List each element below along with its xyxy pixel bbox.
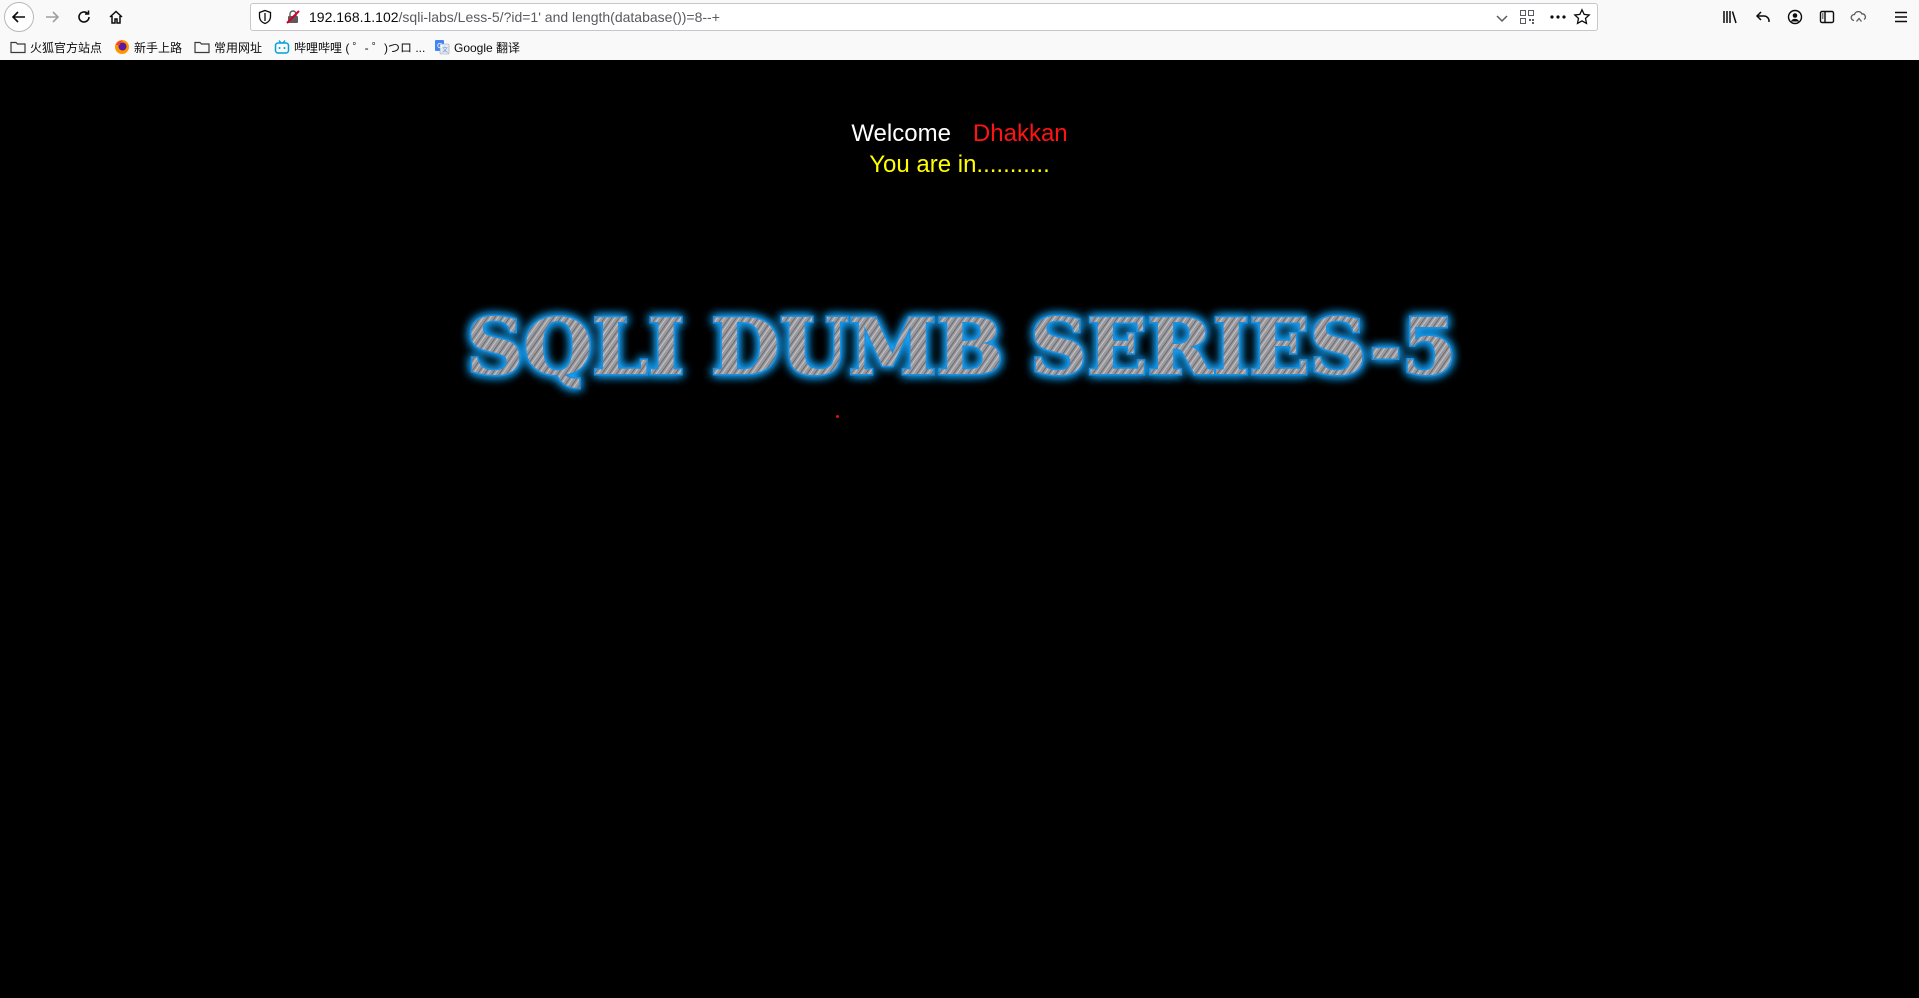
bookmark-label: 哔哩哔哩 ( ゜- ゜)つロ ... <box>294 40 426 55</box>
shield-icon[interactable] <box>257 9 273 29</box>
back-icon <box>11 11 25 23</box>
url-bar[interactable]: 192.168.1.102/sqli-labs/Less-5/?id=1' an… <box>250 3 1598 31</box>
red-dot <box>836 415 839 418</box>
bookmark-bilibili[interactable]: 哔哩哔哩 ( ゜- ゜)つロ ... <box>274 38 425 56</box>
bookmarks-toolbar: 火狐官方站点 新手上路 常用网址 哔哩哔哩 ( ゜- ゜)つロ ... G文 G… <box>0 35 1919 59</box>
banner-text: SQLI DUMB SERIES-5 <box>466 302 1456 393</box>
sidebar-icon[interactable] <box>1816 6 1838 28</box>
library-icon[interactable] <box>1720 6 1742 28</box>
bookmark-getting-started[interactable]: 新手上路 <box>114 38 182 56</box>
forward-icon <box>46 11 60 23</box>
page-content: Welcome Dhakkan You are in........... SQL… <box>0 60 1919 998</box>
bookmark-label: 新手上路 <box>134 40 183 55</box>
bookmark-folder-firefox-official[interactable]: 火狐官方站点 <box>10 38 102 56</box>
back-button[interactable] <box>4 2 34 32</box>
forward-button[interactable] <box>38 3 66 31</box>
url-path: /sqli-labs/Less-5/?id=1' and length(data… <box>398 9 720 25</box>
username-text: Dhakkan <box>972 120 1068 147</box>
browser-chrome: 192.168.1.102/sqli-labs/Less-5/?id=1' an… <box>0 0 1919 60</box>
home-button[interactable] <box>102 3 130 31</box>
not-secure-icon[interactable] <box>285 9 301 29</box>
sqli-dumb-series-banner: SQLI DUMB SERIES-5 <box>465 301 1459 395</box>
bookmark-label: Google 翻译 <box>454 40 521 55</box>
bookmark-folder-common-sites[interactable]: 常用网址 <box>194 38 262 56</box>
url-host: 192.168.1.102 <box>309 9 399 25</box>
google-translate-icon: G文 <box>434 39 450 55</box>
undo-icon[interactable] <box>1752 6 1774 28</box>
bookmark-label: 火狐官方站点 <box>30 40 103 55</box>
bilibili-icon <box>274 39 290 55</box>
url-text[interactable]: 192.168.1.102/sqli-labs/Less-5/?id=1' an… <box>309 9 720 25</box>
bookmark-label: 常用网址 <box>214 40 263 55</box>
star-icon[interactable] <box>1573 8 1591 30</box>
home-icon <box>109 10 123 24</box>
welcome-text: Welcome <box>851 120 951 147</box>
bookmark-google-translate[interactable]: G文 Google 翻译 <box>434 38 520 56</box>
folder-icon <box>10 39 26 55</box>
qr-code-icon[interactable] <box>1519 9 1535 29</box>
account-icon[interactable] <box>1784 6 1806 28</box>
welcome-line: Welcome Dhakkan <box>0 120 1919 148</box>
folder-icon <box>194 39 210 55</box>
reload-icon <box>78 10 90 23</box>
firefox-icon <box>114 39 130 55</box>
reload-button[interactable] <box>70 3 98 31</box>
login-status-text: You are in........... <box>869 151 1050 178</box>
more-icon[interactable] <box>1549 9 1567 29</box>
menu-icon[interactable] <box>1890 6 1912 28</box>
sync-icon[interactable] <box>1848 6 1870 28</box>
navigation-toolbar: 192.168.1.102/sqli-labs/Less-5/?id=1' an… <box>0 0 1919 34</box>
dropdown-icon[interactable] <box>1495 10 1509 29</box>
svg-text:文: 文 <box>442 46 448 54</box>
